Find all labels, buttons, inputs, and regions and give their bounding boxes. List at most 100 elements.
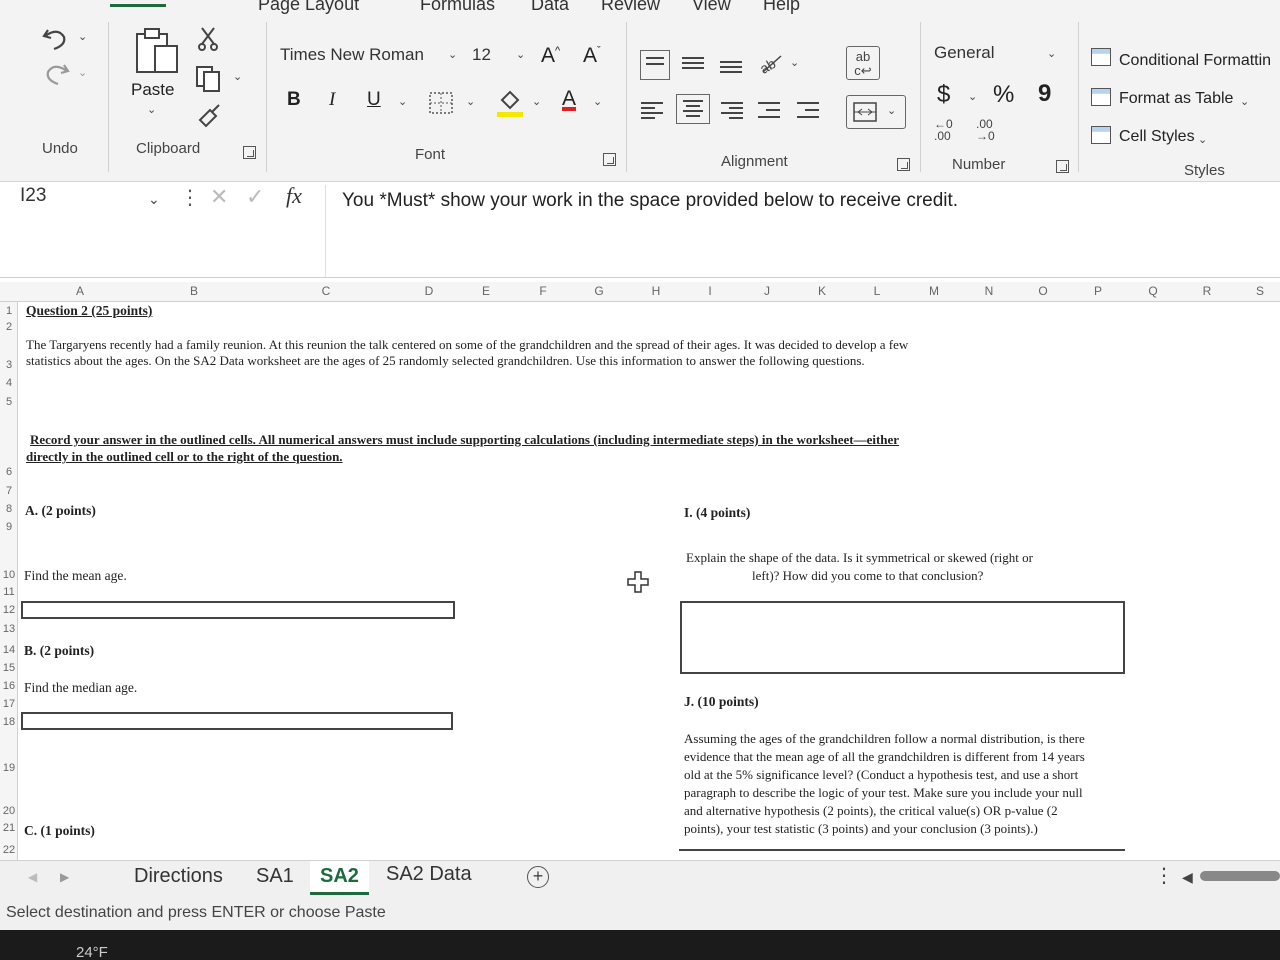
column-header[interactable]: R bbox=[1197, 284, 1217, 298]
column-header[interactable]: I bbox=[700, 284, 720, 298]
conditional-formatting-button[interactable]: Conditional Formattin bbox=[1119, 52, 1271, 70]
increase-font-size-icon[interactable]: A^ bbox=[541, 44, 560, 68]
column-header[interactable]: S bbox=[1250, 284, 1270, 298]
cell-styles-button[interactable]: Cell Styles bbox=[1119, 128, 1195, 146]
row-header[interactable]: 2 bbox=[0, 321, 18, 333]
undo-icon[interactable] bbox=[40, 25, 72, 51]
row-header[interactable]: 19 bbox=[0, 762, 18, 774]
cell-styles-dropdown-icon[interactable]: ⌄ bbox=[1198, 133, 1207, 146]
row-header[interactable]: 9 bbox=[0, 521, 18, 533]
name-box-dropdown-icon[interactable]: ⌄ bbox=[148, 191, 160, 208]
increase-decimal-icon[interactable]: ←0.00 bbox=[934, 118, 953, 142]
question-i-line-1[interactable]: Explain the shape of the data. Is it sym… bbox=[686, 549, 1033, 567]
number-format-dropdown-icon[interactable]: ⌄ bbox=[1047, 47, 1056, 60]
paste-button[interactable]: Paste bbox=[131, 80, 174, 100]
currency-button[interactable]: $ bbox=[937, 81, 950, 109]
font-color-button[interactable]: A bbox=[562, 87, 576, 111]
fill-color-dropdown-icon[interactable]: ⌄ bbox=[532, 95, 541, 108]
column-header[interactable]: O bbox=[1033, 284, 1053, 298]
question-title[interactable]: Question 2 (25 points) bbox=[26, 302, 152, 320]
column-header[interactable]: F bbox=[533, 284, 553, 298]
fill-color-icon[interactable] bbox=[496, 88, 524, 118]
paste-dropdown-icon[interactable]: ⌄ bbox=[147, 103, 156, 116]
alignment-launcher-icon[interactable] bbox=[897, 158, 910, 171]
insert-function-button[interactable]: fx bbox=[286, 183, 302, 209]
row-header[interactable]: 16 bbox=[0, 680, 18, 692]
sheet-tab-directions[interactable]: Directions bbox=[124, 865, 233, 888]
answer-a-cell[interactable] bbox=[21, 601, 455, 619]
row-header[interactable]: 10 bbox=[0, 569, 18, 581]
align-right-icon[interactable] bbox=[721, 100, 743, 119]
question-j-text[interactable]: Assuming the ages of the grandchildren f… bbox=[684, 730, 1085, 838]
copy-icon[interactable] bbox=[194, 64, 222, 92]
align-left-icon[interactable] bbox=[641, 100, 663, 119]
row-header[interactable]: 13 bbox=[0, 623, 18, 635]
tab-review[interactable]: Review bbox=[601, 0, 660, 15]
column-header[interactable]: E bbox=[476, 284, 496, 298]
font-launcher-icon[interactable] bbox=[603, 153, 616, 166]
row-header[interactable]: 4 bbox=[0, 377, 18, 389]
borders-icon[interactable] bbox=[428, 91, 454, 115]
redo-icon[interactable] bbox=[40, 60, 72, 86]
undo-dropdown-icon[interactable]: ⌄ bbox=[78, 30, 87, 43]
sheet-tab-sa2[interactable]: SA2 bbox=[310, 861, 369, 895]
font-size-dropdown-icon[interactable]: ⌄ bbox=[516, 48, 525, 61]
format-as-table-dropdown-icon[interactable]: ⌄ bbox=[1240, 95, 1249, 108]
cut-icon[interactable] bbox=[196, 26, 220, 52]
align-center-icon[interactable] bbox=[676, 94, 710, 124]
scroll-tabs-left-icon[interactable]: ◀ bbox=[28, 870, 37, 884]
name-box[interactable]: I23 bbox=[8, 183, 168, 213]
column-header[interactable]: A bbox=[70, 284, 90, 298]
more-options-icon[interactable]: ⋮ bbox=[180, 185, 200, 210]
column-header[interactable]: M bbox=[924, 284, 944, 298]
top-align-icon[interactable] bbox=[640, 50, 670, 80]
font-name-select[interactable]: Times New Roman bbox=[274, 42, 464, 72]
wrap-text-icon[interactable]: ab c↩ bbox=[846, 46, 880, 80]
middle-align-icon[interactable] bbox=[682, 53, 704, 71]
tab-formulas[interactable]: Formulas bbox=[420, 0, 495, 15]
currency-dropdown-icon[interactable]: ⌄ bbox=[968, 90, 977, 103]
answer-i-cell[interactable] bbox=[680, 601, 1125, 674]
column-header[interactable]: J bbox=[757, 284, 777, 298]
merge-center-button[interactable]: ⌄ bbox=[846, 95, 906, 129]
row-header[interactable]: 11 bbox=[0, 586, 18, 598]
question-b-text[interactable]: Find the median age. bbox=[24, 679, 137, 697]
merge-dropdown-icon[interactable]: ⌄ bbox=[887, 104, 896, 117]
italic-button[interactable]: I bbox=[329, 89, 335, 111]
row-header[interactable]: 1 bbox=[0, 305, 18, 317]
format-as-table-button[interactable]: Format as Table bbox=[1119, 90, 1233, 108]
question-b-title[interactable]: B. (2 points) bbox=[24, 642, 94, 660]
column-header[interactable]: N bbox=[979, 284, 999, 298]
question-i-line-2[interactable]: left)? How did you come to that conclusi… bbox=[752, 567, 983, 585]
formula-input[interactable]: You *Must* show your work in the space p… bbox=[325, 185, 1280, 277]
row-header[interactable]: 18 bbox=[0, 716, 18, 728]
column-header[interactable]: D bbox=[419, 284, 439, 298]
row-header[interactable]: 15 bbox=[0, 662, 18, 674]
column-header[interactable]: K bbox=[812, 284, 832, 298]
hscroll-left-icon[interactable]: ◀ bbox=[1182, 869, 1193, 886]
comma-style-button[interactable]: 9 bbox=[1038, 80, 1051, 108]
column-header[interactable]: L bbox=[867, 284, 887, 298]
tab-view[interactable]: View bbox=[692, 0, 731, 15]
number-launcher-icon[interactable] bbox=[1056, 160, 1069, 173]
tab-help[interactable]: Help bbox=[763, 0, 800, 15]
answer-b-cell[interactable] bbox=[21, 712, 453, 730]
decrease-decimal-icon[interactable]: .00 →0 bbox=[976, 118, 995, 142]
bottom-align-icon[interactable] bbox=[720, 55, 742, 73]
column-header[interactable]: Q bbox=[1143, 284, 1163, 298]
orientation-icon[interactable]: ab bbox=[757, 50, 785, 76]
underline-button[interactable]: U bbox=[367, 89, 381, 111]
tab-data[interactable]: Data bbox=[531, 0, 569, 15]
column-header[interactable]: P bbox=[1088, 284, 1108, 298]
copy-dropdown-icon[interactable]: ⌄ bbox=[233, 70, 242, 83]
row-header[interactable]: 14 bbox=[0, 644, 18, 656]
scroll-tabs-right-icon[interactable]: ▶ bbox=[60, 870, 69, 884]
column-header[interactable]: B bbox=[184, 284, 204, 298]
sheet-tab-sa1[interactable]: SA1 bbox=[246, 865, 304, 888]
column-header[interactable]: G bbox=[589, 284, 609, 298]
row-header[interactable]: 8 bbox=[0, 503, 18, 515]
increase-indent-icon[interactable] bbox=[797, 100, 819, 118]
orientation-dropdown-icon[interactable]: ⌄ bbox=[790, 56, 799, 69]
font-color-dropdown-icon[interactable]: ⌄ bbox=[593, 95, 602, 108]
row-header[interactable]: 5 bbox=[0, 396, 18, 408]
